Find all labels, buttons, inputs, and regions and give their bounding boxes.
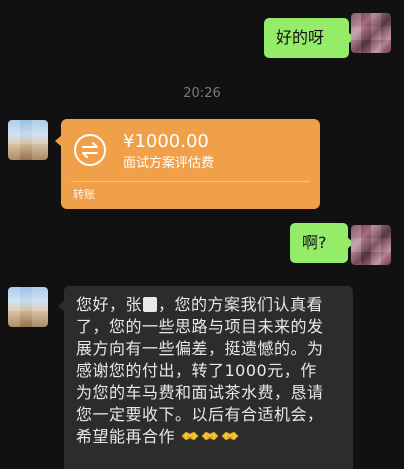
message-line: 您好，张 ，您的方案我们认真看 xyxy=(76,295,324,314)
message-line: 为您的车马费和面试茶水费，恳请 xyxy=(76,383,324,402)
contact-avatar[interactable] xyxy=(8,287,48,327)
transfer-type-label: 转账 xyxy=(73,188,95,201)
transfer-note: 面试方案评估费 xyxy=(123,156,215,171)
message-text: 好的呀 xyxy=(276,28,325,47)
handshake-icon xyxy=(221,431,239,441)
message-timestamp: 20:26 xyxy=(183,86,221,101)
transfer-card[interactable]: ¥1000.00 面试方案评估费 转账 xyxy=(55,119,320,209)
message-line: 希望能再合作 xyxy=(76,426,343,448)
message-bubble-self[interactable]: 好的呀 xyxy=(264,18,355,58)
message-bubble-other[interactable]: 您好，张 ，您的方案我们认真看 了，您的一些思路与项目未来的发 展方向有一些偏差，… xyxy=(58,286,353,469)
self-avatar[interactable] xyxy=(351,225,391,265)
transfer-arrows-icon xyxy=(74,134,106,166)
chat-screen: 好的呀 20:26 ¥1000.00 面试方案评估费 转账 啊? 您好，张 ，您的… xyxy=(0,0,404,469)
handshake-icon xyxy=(181,431,199,441)
message-bubble-self[interactable]: 啊? xyxy=(290,223,354,263)
message-line: 您一定要收下。以后有合适机会， xyxy=(76,405,324,424)
message-line: 了，您的一些思路与项目未来的发 xyxy=(76,317,324,336)
handshake-icon xyxy=(201,431,219,441)
message-line: 展方向有一些偏差，挺遗憾的。为 xyxy=(76,339,324,358)
self-avatar[interactable] xyxy=(351,13,391,53)
transfer-amount: ¥1000.00 xyxy=(123,131,209,152)
redacted-name xyxy=(143,297,158,312)
transfer-divider xyxy=(71,181,310,182)
contact-avatar[interactable] xyxy=(8,120,48,160)
message-text: 啊? xyxy=(302,233,327,252)
message-line: 感谢您的付出，转了1000元，作 xyxy=(76,361,317,380)
